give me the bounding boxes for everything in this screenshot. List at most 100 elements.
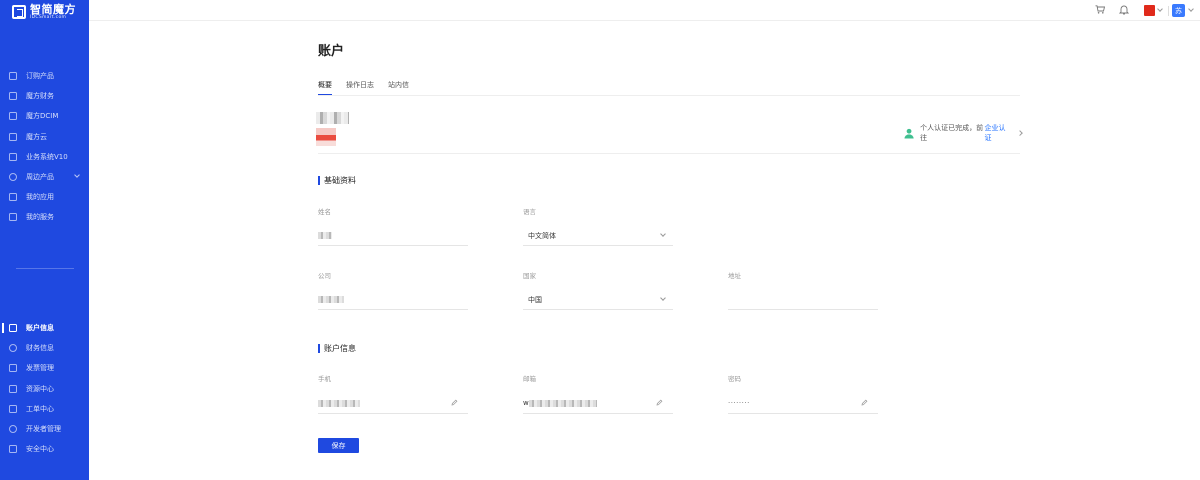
developer-icon — [9, 425, 17, 434]
email-field[interactable]: w — [523, 397, 673, 414]
divider — [1168, 6, 1169, 16]
phone-label: 手机 — [318, 375, 331, 383]
address-label: 地址 — [728, 272, 741, 280]
document-icon — [9, 132, 17, 141]
masked-avatar — [316, 128, 336, 146]
sidebar-item-my-services[interactable]: 我的服务 — [0, 207, 89, 227]
country-label: 国家 — [523, 272, 536, 280]
sidebar-item-label: 账户信息 — [26, 324, 54, 333]
sidebar-item-tickets[interactable]: 工单中心 — [0, 399, 89, 419]
sidebar-item-cloud[interactable]: 魔方云 — [0, 127, 89, 147]
app-root: 智简魔方 IDCSmart.com 订购产品 魔方财务 魔方DCIM 魔方云 业… — [0, 0, 1200, 480]
sidebar-item-my-apps[interactable]: 我的应用 — [0, 187, 89, 207]
edit-icon[interactable] — [656, 399, 663, 406]
sidebar-item-label: 工单中心 — [26, 404, 54, 413]
password-field[interactable]: ········ — [728, 397, 878, 414]
sidebar-item-label: 魔方云 — [26, 132, 47, 141]
phone-field[interactable] — [318, 397, 468, 414]
country-value: 中国 — [528, 296, 542, 304]
tab-overview[interactable]: 概要 — [318, 80, 332, 96]
ticket-icon — [9, 404, 17, 413]
company-field[interactable] — [318, 293, 468, 310]
password-value: ········ — [728, 399, 750, 407]
name-label: 姓名 — [318, 208, 331, 216]
gear-icon — [9, 173, 17, 182]
document-icon — [9, 92, 17, 101]
company-label: 公司 — [318, 272, 331, 280]
sidebar-divider — [16, 268, 74, 269]
language-select[interactable]: 中文简体 — [523, 229, 673, 246]
verified-user-icon — [904, 128, 914, 139]
document-icon — [9, 112, 17, 121]
password-label: 密码 — [728, 375, 741, 383]
sidebar-item-finance-product[interactable]: 魔方财务 — [0, 86, 89, 106]
language-label: 语言 — [523, 208, 536, 216]
sidebar-item-label: 发票管理 — [26, 364, 54, 373]
tab-operation-log[interactable]: 操作日志 — [346, 80, 374, 94]
document-icon — [9, 213, 17, 222]
sidebar-item-developer[interactable]: 开发者管理 — [0, 419, 89, 439]
money-icon — [9, 344, 17, 353]
sidebar-item-order[interactable]: 订购产品 — [0, 66, 89, 86]
address-field[interactable] — [728, 293, 878, 310]
tab-messages[interactable]: 站内信 — [388, 80, 409, 94]
sidebar-item-label: 安全中心 — [26, 445, 54, 454]
verification-status: 个人认证已完成，前往 企业认证 — [904, 123, 1023, 143]
tabs-divider — [318, 95, 1020, 96]
sidebar-item-account-info[interactable]: 账户信息 — [0, 318, 89, 338]
email-label: 邮箱 — [523, 375, 536, 383]
sidebar-item-label: 开发者管理 — [26, 425, 61, 434]
sidebar-item-label: 订购产品 — [26, 72, 54, 81]
sidebar-item-business-v10[interactable]: 业务系统V10 — [0, 147, 89, 167]
chevron-down-icon[interactable] — [1157, 6, 1163, 12]
edit-icon[interactable] — [451, 399, 458, 406]
top-bar: 苏 — [89, 0, 1200, 21]
avatar[interactable]: 苏 — [1172, 4, 1185, 17]
chevron-right-icon[interactable] — [1017, 130, 1023, 136]
chevron-down-icon — [660, 231, 666, 237]
edit-icon[interactable] — [861, 399, 868, 406]
sidebar-item-dcim[interactable]: 魔方DCIM — [0, 106, 89, 126]
section-title-account: 账户信息 — [318, 343, 356, 354]
brand-logo[interactable]: 智简魔方 IDCSmart.com — [12, 4, 76, 21]
brand-title: 智简魔方 — [30, 3, 76, 16]
language-flag-icon[interactable] — [1144, 5, 1155, 16]
masked-value — [318, 400, 360, 407]
section-title-basic: 基础资料 — [318, 175, 356, 186]
document-icon — [9, 193, 17, 202]
sidebar-item-resources[interactable]: 资源中心 — [0, 379, 89, 399]
brand-subtitle: IDCSmart.com — [30, 15, 67, 20]
name-field[interactable] — [318, 229, 468, 246]
sidebar: 智简魔方 IDCSmart.com 订购产品 魔方财务 魔方DCIM 魔方云 业… — [0, 0, 89, 480]
page-title: 账户 — [318, 44, 345, 59]
masked-value — [318, 232, 332, 239]
sidebar-nav-account: 账户信息 财务信息 发票管理 资源中心 工单中心 开发者管理 安全中心 — [0, 318, 89, 459]
sidebar-item-label: 财务信息 — [26, 344, 54, 353]
country-select[interactable]: 中国 — [523, 293, 673, 310]
bell-icon[interactable] — [1119, 4, 1129, 15]
cart-icon[interactable] — [1095, 5, 1105, 14]
chevron-down-icon — [660, 295, 666, 301]
chevron-down-icon[interactable] — [1188, 6, 1194, 12]
sidebar-item-label: 资源中心 — [26, 384, 54, 393]
sidebar-item-security[interactable]: 安全中心 — [0, 439, 89, 459]
masked-username — [316, 112, 349, 124]
email-prefix: w — [523, 399, 529, 407]
cart-icon — [9, 72, 17, 81]
invoice-icon — [9, 364, 17, 373]
user-card-icon — [9, 324, 17, 333]
sidebar-item-invoice[interactable]: 发票管理 — [0, 358, 89, 378]
save-button[interactable]: 保存 — [318, 438, 359, 453]
enterprise-verify-link[interactable]: 企业认证 — [984, 123, 1010, 143]
language-value: 中文简体 — [528, 232, 556, 240]
sidebar-nav-products: 订购产品 魔方财务 魔方DCIM 魔方云 业务系统V10 周边产品 我的应用 我… — [0, 66, 89, 228]
sidebar-item-peripheral[interactable]: 周边产品 — [0, 167, 89, 187]
chevron-down-icon[interactable] — [74, 172, 80, 178]
sidebar-item-label: 魔方DCIM — [26, 112, 59, 121]
header-divider — [318, 153, 1020, 154]
sidebar-item-finance-info[interactable]: 财务信息 — [0, 338, 89, 358]
tabs: 概要 操作日志 站内信 — [318, 80, 423, 96]
sidebar-item-label: 我的服务 — [26, 213, 54, 222]
sidebar-item-label: 魔方财务 — [26, 92, 54, 101]
document-icon — [9, 152, 17, 161]
